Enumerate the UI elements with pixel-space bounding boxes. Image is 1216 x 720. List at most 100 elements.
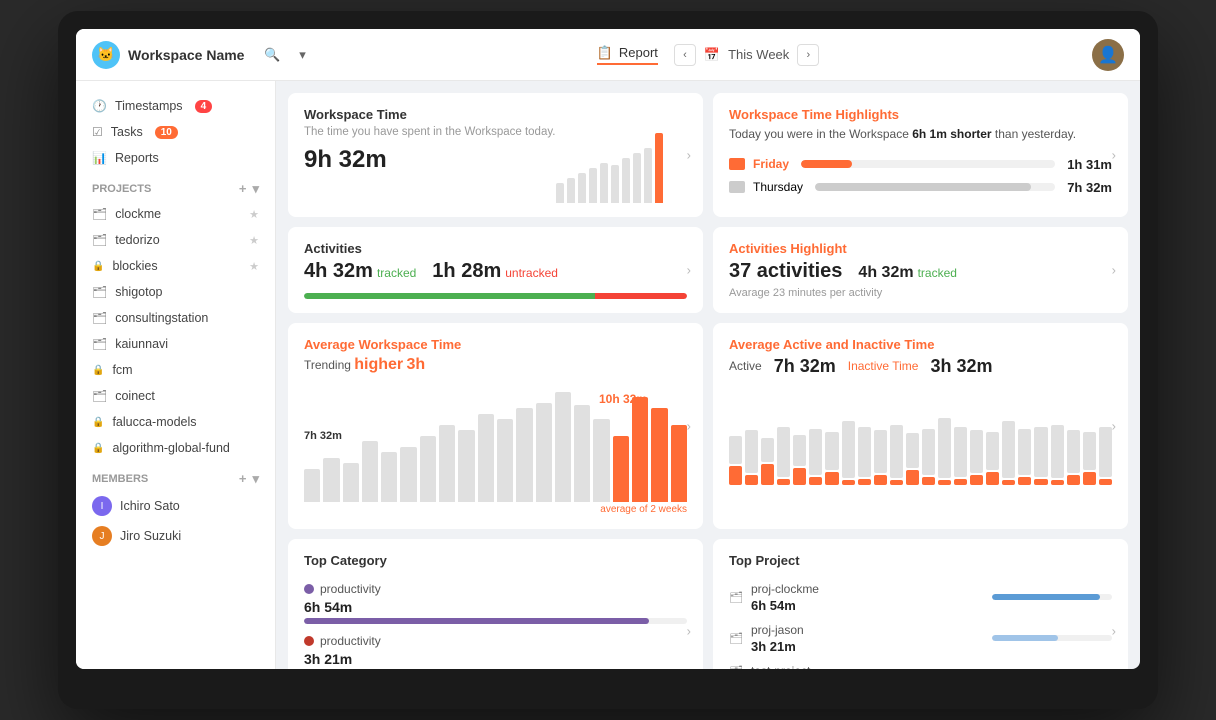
workspace-highlights-card: Workspace Time Highlights Today you were… — [713, 93, 1128, 217]
active-bar-group — [890, 385, 903, 485]
active-bar-group — [777, 385, 790, 485]
next-week-button[interactable]: › — [797, 44, 819, 66]
lock-icon: 🔒 — [92, 261, 104, 272]
active-bar — [1018, 429, 1031, 475]
avg-active-title: Average Active and Inactive Time — [729, 337, 1112, 352]
tracked-label: tracked — [377, 266, 416, 280]
inactive-bar — [922, 477, 935, 485]
act-highlight-arrow[interactable]: › — [1112, 262, 1116, 277]
active-bar — [890, 425, 903, 478]
sidebar-item-clockme[interactable]: 🗂 clockme ★ — [76, 201, 275, 227]
sidebar-item-consultingstation[interactable]: 🗂 consultingstation — [76, 305, 275, 331]
activities-title: Activities — [304, 241, 687, 256]
proj-name-2: proj-jason — [751, 623, 984, 637]
sidebar-item-kaiunnavi[interactable]: 🗂 kaiunnavi — [76, 331, 275, 357]
inactive-bar — [1034, 479, 1047, 485]
inactive-time: 3h 32m — [930, 356, 992, 377]
folder-icon: 🗂 — [92, 233, 107, 247]
active-bar-group — [1018, 385, 1031, 485]
cat-dot-1 — [304, 584, 314, 594]
active-bar-group — [922, 385, 935, 485]
sidebar-item-algorithm[interactable]: 🔒 algorithm-global-fund — [76, 435, 275, 461]
avg-time-arrow[interactable]: › — [687, 418, 691, 433]
user-avatar[interactable]: 👤 — [1092, 39, 1124, 71]
expand-members-icon[interactable]: ▾ — [252, 471, 259, 487]
inactive-bar — [954, 479, 967, 485]
report-icon: 📋 — [597, 45, 613, 61]
avg-bar — [497, 419, 513, 502]
inactive-bar — [729, 466, 742, 485]
thursday-time: 7h 32m — [1067, 180, 1112, 195]
cat-bar-1 — [304, 618, 649, 624]
sidebar-item-fcm[interactable]: 🔒 fcm — [76, 357, 275, 383]
inactive-bar — [938, 480, 951, 485]
activities-arrow-icon[interactable]: › — [687, 262, 691, 277]
inactive-bar — [1051, 480, 1064, 485]
sidebar-item-tasks[interactable]: ☑ Tasks 10 — [76, 119, 275, 145]
cat-item-2: productivity 3h 21m — [304, 634, 687, 669]
friday-time: 1h 31m — [1067, 157, 1112, 172]
act-highlight-title: Activities Highlight — [729, 241, 1112, 256]
cat-time-1: 6h 54m — [304, 599, 687, 615]
cat-name-2: productivity — [320, 634, 381, 648]
cat-name-1: productivity — [320, 582, 381, 596]
active-bar — [729, 436, 742, 464]
avg-bar — [536, 403, 552, 502]
member-ichiro[interactable]: I Ichiro Sato — [76, 491, 275, 521]
timestamps-badge: 4 — [195, 100, 213, 113]
top-proj-title: Top Project — [729, 553, 1112, 568]
sidebar-item-coinect[interactable]: 🗂 coinect — [76, 383, 275, 409]
active-bar-group — [825, 385, 838, 485]
workspace-mini-chart — [556, 153, 663, 203]
avg-active-arrow[interactable]: › — [1112, 418, 1116, 433]
add-project-button[interactable]: + — [239, 181, 247, 197]
sidebar-item-shigotop[interactable]: 🗂 shigotop — [76, 279, 275, 305]
folder-icon-1: 🗂 — [729, 591, 743, 604]
tracked-time: 4h 32m — [304, 260, 373, 283]
active-bar-group — [906, 385, 919, 485]
chevron-down-icon[interactable]: ▾ — [290, 43, 314, 67]
highlights-arrow-icon[interactable]: › — [1112, 147, 1116, 162]
laptop-frame: 🐱 Workspace Name 🔍 ▾ 📋 Report ‹ 📅 This W… — [58, 11, 1158, 709]
proj-item-2: 🗂 proj-jason 3h 21m — [729, 623, 1112, 654]
proj-item-1: 🗂 proj-clockme 6h 54m — [729, 582, 1112, 613]
sidebar-item-reports[interactable]: 📊 Reports — [76, 145, 275, 171]
timestamps-label: Timestamps — [115, 99, 183, 113]
report-tab[interactable]: 📋 Report — [597, 45, 658, 65]
inactive-bar — [858, 479, 871, 485]
chart-label-top: 10h 32m — [599, 392, 647, 406]
content-area: Workspace Time The time you have spent i… — [276, 81, 1140, 669]
main-layout: 🕐 Timestamps 4 ☑ Tasks 10 📊 Reports Proj… — [76, 81, 1140, 669]
highlights-description: Today you were in the Workspace 6h 1m sh… — [729, 126, 1112, 143]
active-bar — [954, 427, 967, 476]
search-icon[interactable]: 🔍 — [260, 43, 284, 67]
top-cat-arrow[interactable]: › — [687, 624, 691, 639]
star-icon: ★ — [249, 260, 259, 273]
proj-bar-2 — [992, 635, 1058, 641]
prev-week-button[interactable]: ‹ — [674, 44, 696, 66]
add-member-button[interactable]: + — [239, 471, 247, 487]
sidebar-item-falucca[interactable]: 🔒 falucca-models — [76, 409, 275, 435]
projects-section-header: Projects + ▾ — [76, 171, 275, 201]
avg-bar — [574, 405, 590, 502]
avg-workspace-time-card: Average Workspace Time Trending higher 3… — [288, 323, 703, 529]
avg-bar — [439, 425, 455, 502]
member-jiro[interactable]: J Jiro Suzuki — [76, 521, 275, 551]
card-arrow-icon[interactable]: › — [687, 147, 691, 162]
avg-bar — [671, 425, 687, 502]
inactive-bar — [1002, 480, 1015, 485]
expand-projects-icon[interactable]: ▾ — [252, 181, 259, 197]
proj-name-1: proj-clockme — [751, 582, 984, 596]
active-bar-group — [793, 385, 806, 485]
highlights-title: Workspace Time Highlights — [729, 107, 1112, 122]
inactive-bar — [745, 475, 758, 485]
folder-icon: 🗂 — [92, 285, 107, 299]
sidebar-item-tedorizo[interactable]: 🗂 tedorizo ★ — [76, 227, 275, 253]
week-nav: ‹ 📅 This Week › — [674, 44, 819, 66]
top-proj-arrow[interactable]: › — [1112, 624, 1116, 639]
act-highlight-stats: 37 activities 4h 32m tracked — [729, 260, 1112, 283]
cat-dot-2 — [304, 636, 314, 646]
sidebar-item-timestamps[interactable]: 🕐 Timestamps 4 — [76, 93, 275, 119]
sidebar-item-blockies[interactable]: 🔒 blockies ★ — [76, 253, 275, 279]
act-tracked-group: 4h 32m tracked — [858, 264, 957, 282]
